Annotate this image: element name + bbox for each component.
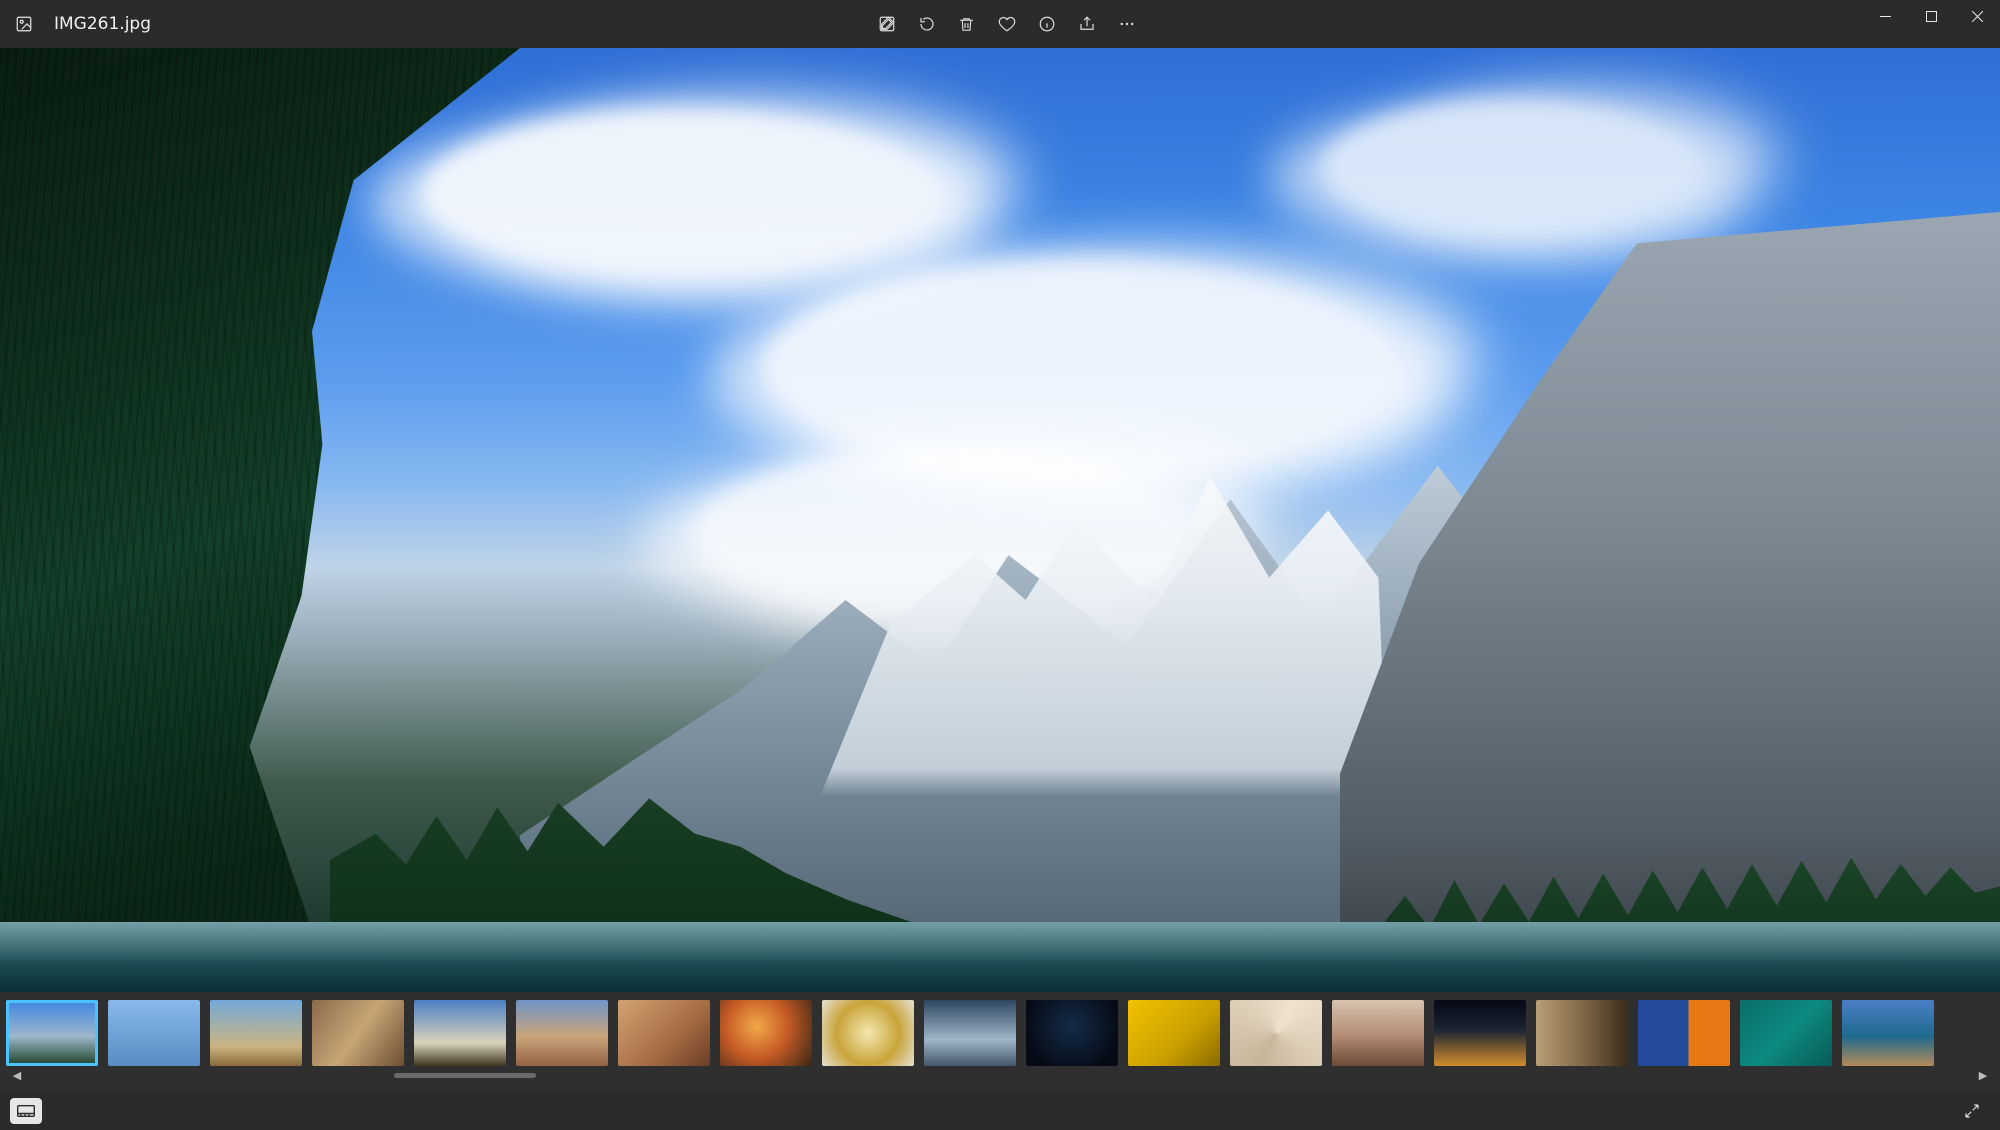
delete-button[interactable] [947,0,987,48]
thumbnail-street-person[interactable] [312,1000,404,1066]
file-title: IMG261.jpg [48,0,151,48]
filmstrip-scroll-left[interactable]: ◀ [8,1066,26,1084]
status-bar [0,1092,2000,1130]
rotate-button[interactable] [907,0,947,48]
thumbnail-coastal-beach[interactable] [210,1000,302,1066]
filmstrip-scrollbar-track[interactable] [30,1073,1970,1078]
favorite-button[interactable] [987,0,1027,48]
title-bar: IMG261.jpg [0,0,2000,48]
thumbnail-swirl-cream[interactable] [1230,1000,1322,1066]
thumbnail-sunset-city[interactable] [1434,1000,1526,1066]
thumbnail-sea-cliffs[interactable] [1842,1000,1934,1066]
filmstrip-toggle-button[interactable] [10,1098,42,1124]
thumbnail-red-rocks[interactable] [516,1000,608,1066]
toolbar [867,0,1147,48]
app-icon [0,0,48,48]
filmstrip-scroll-right[interactable]: ▶ [1974,1066,1992,1084]
thumbnail-blue-orange[interactable] [1638,1000,1730,1066]
thumbnail-lake-mountains[interactable] [6,1000,98,1066]
image-viewport[interactable] [0,48,2000,992]
maximize-button[interactable] [1908,0,1954,32]
share-button[interactable] [1067,0,1107,48]
info-button[interactable] [1027,0,1067,48]
thumbnail-night-sky[interactable] [1026,1000,1118,1066]
minimize-button[interactable] [1862,0,1908,32]
thumbnail-ferris-wheel[interactable] [108,1000,200,1066]
edit-button[interactable] [867,0,907,48]
thumbnail-yellow-wall[interactable] [1128,1000,1220,1066]
thumbnail-canyon-arch[interactable] [618,1000,710,1066]
thumbnail-strip[interactable] [6,1000,1994,1066]
main-image [0,48,2000,992]
fullscreen-button[interactable] [1958,1097,1986,1125]
close-button[interactable] [1954,0,2000,32]
filmstrip-scrollbar-thumb[interactable] [394,1073,536,1078]
thumbnail-arcade-hall[interactable] [1536,1000,1628,1066]
window-controls [1862,0,2000,48]
thumbnail-pasta-plate[interactable] [822,1000,914,1066]
thumbnail-desert-sky[interactable] [414,1000,506,1066]
thumbnail-dark-clouds[interactable] [924,1000,1016,1066]
thumbnail-food-bowls[interactable] [720,1000,812,1066]
thumbnail-surfer-green[interactable] [1740,1000,1832,1066]
filmstrip: ◀ ▶ [0,992,2000,1092]
more-button[interactable] [1107,0,1147,48]
thumbnail-pigs-field[interactable] [1332,1000,1424,1066]
